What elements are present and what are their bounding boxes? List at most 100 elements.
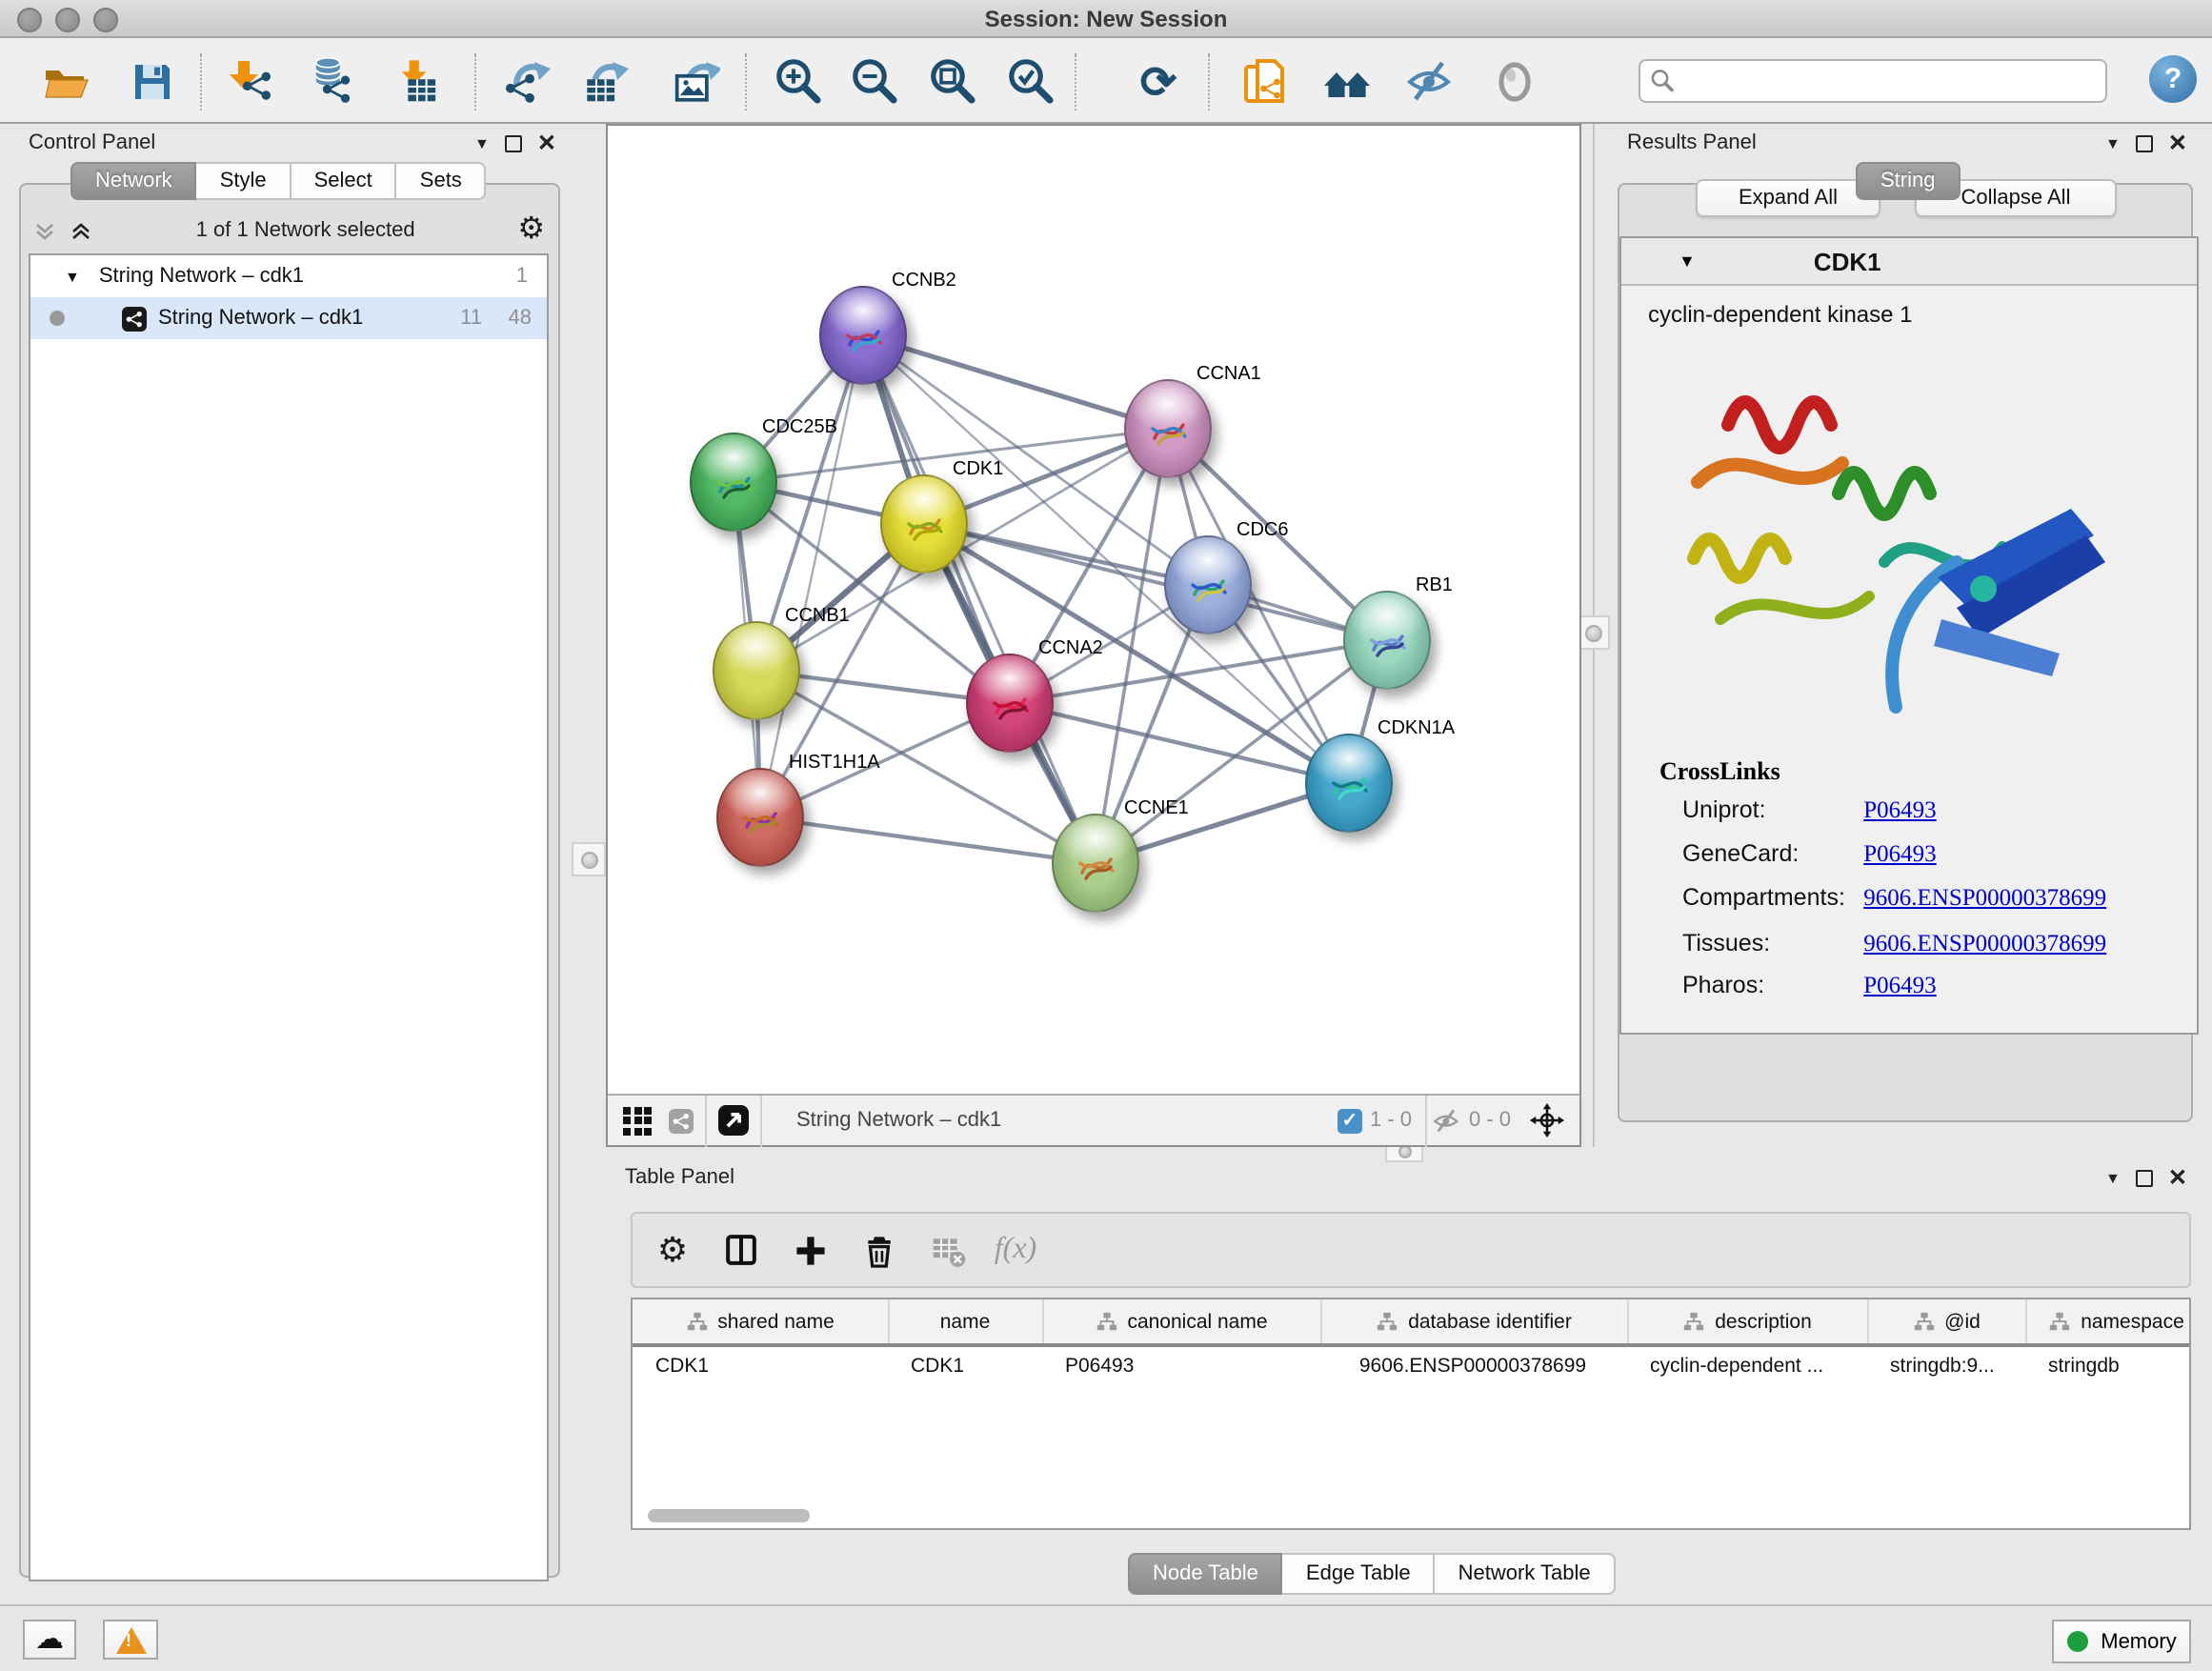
tab-network-table[interactable]: Network Table <box>1436 1553 1616 1595</box>
import-network-database-button[interactable] <box>297 51 358 112</box>
close-panel-icon[interactable]: ✕ <box>2168 131 2187 154</box>
crosslink-link[interactable]: 9606.ENSP00000378699 <box>1863 930 2106 956</box>
import-network-file-button[interactable] <box>217 51 278 112</box>
cell-canonical-name[interactable]: P06493 <box>1042 1345 1320 1385</box>
search-input[interactable] <box>1675 68 2105 94</box>
network-options-gear-icon[interactable]: ⚙ <box>517 215 545 246</box>
network-collection-row[interactable]: ▼ String Network – cdk1 1 <box>30 255 547 297</box>
help-button[interactable]: ? <box>2149 55 2197 103</box>
crosslink-link[interactable]: 9606.ENSP00000378699 <box>1863 884 2106 911</box>
crosslink-link[interactable]: P06493 <box>1863 796 1936 823</box>
close-panel-icon[interactable]: ✕ <box>537 131 556 154</box>
network-node-CCNB1[interactable] <box>713 621 800 720</box>
network-row[interactable]: String Network – cdk1 11 48 <box>30 297 547 339</box>
birds-eye-view-icon[interactable] <box>718 1105 749 1136</box>
horizontal-scrollbar[interactable] <box>648 1509 810 1522</box>
network-node-CCNE1[interactable] <box>1052 814 1139 913</box>
table-row[interactable]: CDK1 CDK1 P06493 9606.ENSP00000378699 cy… <box>633 1345 2191 1385</box>
show-columns-button[interactable] <box>713 1221 770 1278</box>
float-panel-icon[interactable]: ▼ <box>2105 134 2121 151</box>
close-panel-icon[interactable]: ✕ <box>2168 1166 2187 1189</box>
zoom-out-button[interactable] <box>844 51 905 112</box>
collection-expander-icon[interactable]: ▼ <box>65 268 80 285</box>
cell-description[interactable]: cyclin-dependent ... <box>1627 1345 1867 1385</box>
network-node-CCNA2[interactable] <box>966 654 1054 753</box>
gene-expander-icon[interactable]: ▼ <box>1679 252 1696 271</box>
network-node-CDKN1A[interactable] <box>1305 734 1393 833</box>
show-labels-button[interactable] <box>1484 51 1545 112</box>
network-node-RB1[interactable] <box>1343 591 1431 690</box>
tab-style[interactable]: Style <box>197 162 292 200</box>
crosslink-link[interactable]: P06493 <box>1863 972 1936 998</box>
export-table-button[interactable] <box>573 51 634 112</box>
maximize-panel-icon[interactable] <box>2136 134 2153 151</box>
network-selection-status: 1 of 1 Network selected <box>93 219 517 242</box>
hide-labels-button[interactable] <box>1400 51 1461 112</box>
network-node-CDC25B[interactable] <box>690 433 777 532</box>
column-header[interactable]: name <box>888 1299 1042 1345</box>
function-builder-button[interactable]: f(x) <box>987 1221 1044 1278</box>
network-edge-CDK1-RB1[interactable] <box>924 524 1387 640</box>
tab-string[interactable]: String <box>1856 162 1961 200</box>
collapse-all-icon[interactable] <box>32 218 57 243</box>
cell-id[interactable]: stringdb:9... <box>1867 1345 2025 1385</box>
gene-header-row[interactable]: ▼ CDK1 <box>1621 238 2197 286</box>
float-panel-icon[interactable]: ▼ <box>474 134 490 151</box>
column-header[interactable]: @id <box>1867 1299 2025 1345</box>
network-node-CCNB2[interactable] <box>819 286 907 385</box>
cell-shared-name[interactable]: CDK1 <box>633 1345 888 1385</box>
network-edge-CCNE1-HIST1H1A[interactable] <box>760 817 1096 863</box>
network-share-icon[interactable] <box>669 1108 694 1133</box>
expand-all-button[interactable]: Expand All <box>1696 179 1880 217</box>
expand-all-icon[interactable] <box>69 218 93 243</box>
network-edge-CCNB2-CCNA1[interactable] <box>863 335 1168 429</box>
delete-column-button[interactable] <box>850 1221 907 1278</box>
grid-view-icon[interactable] <box>623 1106 652 1135</box>
network-edge-CCNB2-CCNE1[interactable] <box>863 335 1096 863</box>
network-home-button[interactable] <box>1315 51 1376 112</box>
column-header[interactable]: shared name <box>633 1299 888 1345</box>
tab-select[interactable]: Select <box>292 162 397 200</box>
left-splitter-handle[interactable] <box>572 842 606 876</box>
delete-table-button[interactable] <box>918 1221 975 1278</box>
table-options-button[interactable]: ⚙ <box>644 1221 701 1278</box>
refresh-button[interactable]: ⟳ <box>1128 51 1189 112</box>
network-edge-CCNB2-HIST1H1A[interactable] <box>760 335 863 817</box>
network-edge-CCNA2-CDKN1A[interactable] <box>1010 703 1349 783</box>
tab-sets[interactable]: Sets <box>397 162 487 200</box>
cell-database-identifier[interactable]: 9606.ENSP00000378699 <box>1320 1345 1627 1385</box>
cell-namespace[interactable]: stringdb <box>2025 1345 2191 1385</box>
share-document-button[interactable] <box>1235 51 1296 112</box>
tab-edge-table[interactable]: Edge Table <box>1283 1553 1436 1595</box>
warnings-button[interactable] <box>103 1620 158 1660</box>
export-network-button[interactable] <box>495 51 556 112</box>
zoom-fit-button[interactable] <box>922 51 983 112</box>
maximize-panel-icon[interactable] <box>505 134 522 151</box>
open-session-button[interactable] <box>36 51 97 112</box>
cloud-button[interactable]: ☁ <box>23 1620 76 1660</box>
network-node-CDC6[interactable] <box>1164 535 1252 634</box>
tab-network[interactable]: Network <box>70 162 197 200</box>
fit-selected-crosshair-icon[interactable] <box>1530 1103 1564 1137</box>
maximize-panel-icon[interactable] <box>2136 1169 2153 1186</box>
float-panel-icon[interactable]: ▼ <box>2105 1169 2121 1186</box>
create-column-button[interactable] <box>781 1221 838 1278</box>
save-session-button[interactable] <box>122 51 183 112</box>
zoom-selected-button[interactable] <box>1000 51 1061 112</box>
column-header[interactable]: namespace <box>2025 1299 2191 1345</box>
column-header[interactable]: canonical name <box>1042 1299 1320 1345</box>
column-header[interactable]: database identifier <box>1320 1299 1627 1345</box>
export-image-button[interactable] <box>665 51 726 112</box>
zoom-in-button[interactable] <box>768 51 829 112</box>
cell-name[interactable]: CDK1 <box>888 1345 1042 1385</box>
network-node-CDK1[interactable] <box>880 474 968 574</box>
import-table-button[interactable] <box>385 51 446 112</box>
network-canvas[interactable]: CCNB2CCNA1CDC25BCDK1CDC6RB1CCNB1CCNA2CDK… <box>608 126 1579 1094</box>
network-node-HIST1H1A[interactable] <box>716 768 804 867</box>
tab-node-table[interactable]: Node Table <box>1128 1553 1283 1595</box>
memory-button[interactable]: Memory <box>2052 1620 2191 1663</box>
network-node-CCNA1[interactable] <box>1124 379 1212 478</box>
crosslink-link[interactable]: P06493 <box>1863 840 1936 867</box>
column-header[interactable]: description <box>1627 1299 1867 1345</box>
selected-checkbox-icon[interactable]: ✓ <box>1337 1108 1362 1133</box>
